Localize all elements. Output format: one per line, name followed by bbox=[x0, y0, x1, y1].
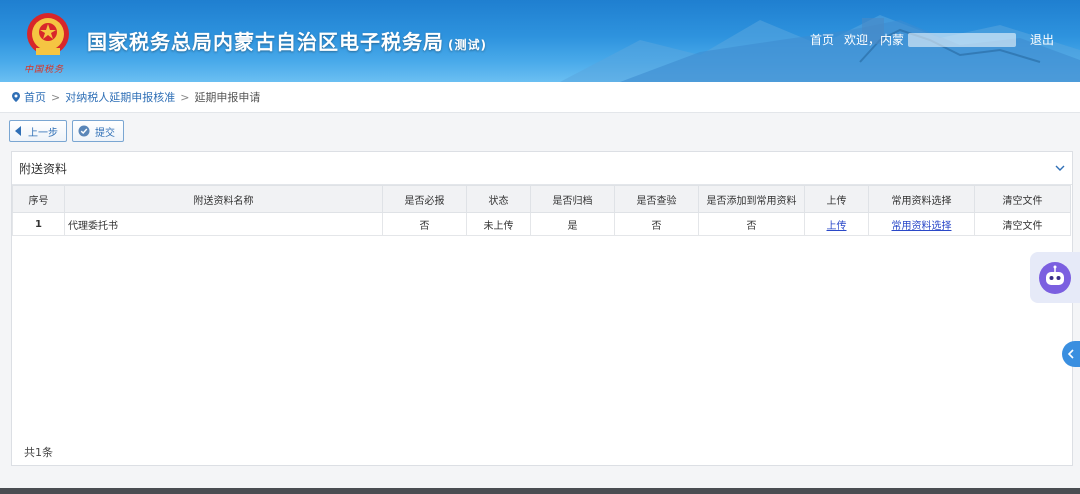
col-header-name: 附送资料名称 bbox=[64, 185, 383, 213]
location-pin-icon bbox=[12, 92, 20, 102]
col-header-add-common: 是否添加到常用资料 bbox=[698, 185, 805, 213]
assistant-widget[interactable] bbox=[1030, 252, 1080, 303]
cell-status: 未上传 bbox=[466, 212, 531, 236]
cell-required: 否 bbox=[382, 212, 467, 236]
prev-step-label: 上一步 bbox=[28, 127, 58, 139]
submit-label: 提交 bbox=[95, 127, 115, 139]
breadcrumb-item-deferral-approval[interactable]: 对纳税人延期申报核准 bbox=[65, 89, 175, 105]
total-count: 共1条 bbox=[24, 446, 53, 459]
table-header-row: 序号 附送资料名称 是否必报 状态 是否归档 是否查验 是否添加到常用资料 上传… bbox=[12, 185, 1071, 213]
cell-index: 1 bbox=[12, 212, 65, 236]
common-select-link[interactable]: 常用资料选择 bbox=[892, 221, 952, 232]
check-circle-icon bbox=[78, 125, 90, 137]
bottom-scrollbar[interactable] bbox=[0, 488, 1080, 494]
site-title: 国家税务总局内蒙古自治区电子税务局 (测试) bbox=[87, 26, 487, 55]
site-title-suffix: (测试) bbox=[448, 38, 487, 52]
col-header-clear: 清空文件 bbox=[974, 185, 1071, 213]
attachments-table: 序号 附送资料名称 是否必报 状态 是否归档 是否查验 是否添加到常用资料 上传… bbox=[12, 185, 1071, 236]
top-nav: 首页 欢迎，内蒙 退出 bbox=[800, 31, 1054, 48]
col-header-required: 是否必报 bbox=[382, 185, 467, 213]
site-header: 中国税务 国家税务总局内蒙古自治区电子税务局 (测试) 首页 欢迎，内蒙 退出 bbox=[0, 0, 1080, 82]
robot-assistant-icon bbox=[1039, 261, 1071, 294]
cell-add-common: 否 bbox=[698, 212, 805, 236]
breadcrumb-current: 延期申报申请 bbox=[194, 91, 261, 104]
cell-clear: 清空文件 bbox=[974, 212, 1071, 236]
panel-title: 附送资料 bbox=[19, 161, 68, 176]
home-link[interactable]: 首页 bbox=[810, 31, 834, 48]
breadcrumb: 首页 > 对纳税人延期申报核准 > 延期申报申请 bbox=[0, 82, 1080, 113]
masked-username bbox=[907, 32, 1016, 47]
clear-file-action[interactable]: 清空文件 bbox=[1003, 221, 1043, 232]
col-header-status: 状态 bbox=[466, 185, 531, 213]
attachments-panel: 附送资料 序号 附送资料名称 是否必报 状态 是否归档 是否查验 是否添加到常用… bbox=[11, 151, 1073, 466]
prev-step-button[interactable]: 上一步 bbox=[9, 120, 67, 142]
cell-verified: 否 bbox=[614, 212, 699, 236]
cell-name: 代理委托书 bbox=[64, 212, 383, 236]
panel-header[interactable]: 附送资料 bbox=[12, 152, 1072, 185]
breadcrumb-home[interactable]: 首页 bbox=[24, 89, 46, 105]
breadcrumb-separator: > bbox=[180, 90, 190, 104]
welcome-text: 欢迎，内蒙 bbox=[843, 33, 904, 47]
upload-link[interactable]: 上传 bbox=[827, 221, 847, 232]
col-header-index: 序号 bbox=[12, 185, 65, 213]
breadcrumb-separator: > bbox=[51, 90, 61, 104]
logo-subtext: 中国税务 bbox=[24, 65, 65, 75]
chevron-left-icon bbox=[1067, 349, 1074, 359]
col-header-common-select: 常用资料选择 bbox=[868, 185, 975, 213]
table-row: 1 代理委托书 否 未上传 是 否 否 上传 常用资料选择 清空文件 bbox=[12, 212, 1071, 236]
col-header-verified: 是否查验 bbox=[614, 185, 699, 213]
caret-left-icon bbox=[15, 126, 23, 136]
logout-link[interactable]: 退出 bbox=[1030, 31, 1054, 48]
tax-emblem-icon bbox=[27, 13, 69, 55]
col-header-archived: 是否归档 bbox=[530, 185, 615, 213]
chevron-down-icon[interactable] bbox=[1054, 162, 1066, 174]
submit-button[interactable]: 提交 bbox=[72, 120, 124, 142]
toolbar: 上一步 提交 bbox=[9, 120, 129, 142]
cell-archived: 是 bbox=[530, 212, 615, 236]
site-title-text: 国家税务总局内蒙古自治区电子税务局 bbox=[87, 30, 444, 54]
cell-upload: 上传 bbox=[804, 212, 869, 236]
cell-common-select: 常用资料选择 bbox=[868, 212, 975, 236]
col-header-upload: 上传 bbox=[804, 185, 869, 213]
